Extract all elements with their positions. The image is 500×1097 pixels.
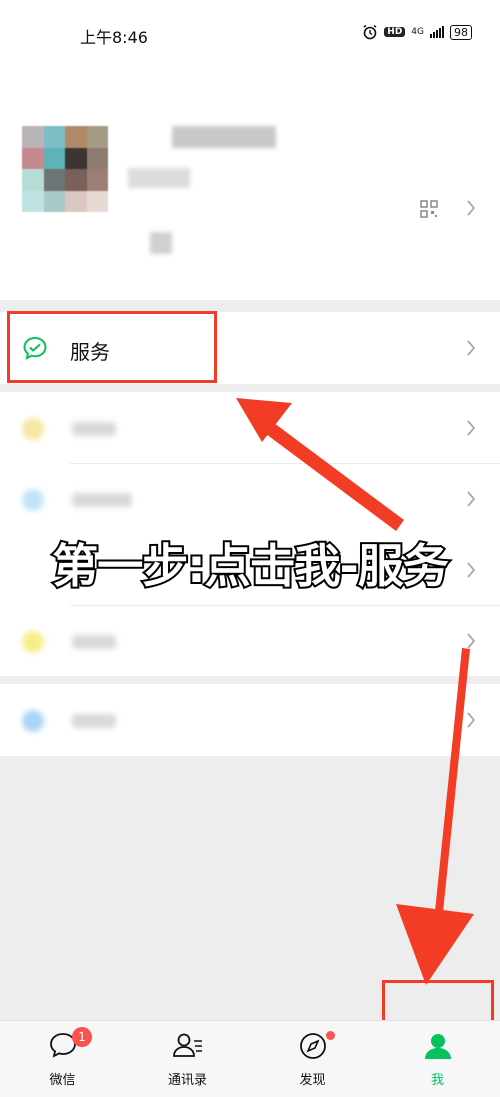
contacts-icon [172,1033,202,1057]
chevron-icon [467,633,476,649]
tab-me[interactable]: 我 [375,1021,500,1097]
service-chevron-icon [467,340,476,356]
status-blurred [150,232,172,254]
alarm-icon [363,24,377,40]
avatar[interactable] [22,126,108,212]
blurred-label [72,422,116,436]
compass-icon [299,1033,326,1059]
tab-label: 我 [430,1073,444,1088]
status-time: 上午8:46 [80,28,148,47]
status-bar: 上午8:46 HD 4G 98 [0,0,500,64]
battery-level: 98 [450,24,472,40]
instruction-caption: 第一步:点击我-服务 [50,537,451,595]
blurred-icon [22,418,44,440]
tab-label: 发现 [299,1073,326,1088]
bottom-tab-bar: 1 微信 通讯录 发现 我 [0,1020,500,1097]
menu-item-blurred-5[interactable] [0,684,500,756]
menu-group-4 [0,684,500,756]
blurred-label [72,493,132,507]
qr-code-icon[interactable] [420,200,438,218]
tab-chats[interactable]: 1 微信 [0,1021,125,1097]
signal-icon [430,26,444,38]
chevron-icon [467,420,476,436]
highlight-box-service [7,311,217,383]
tab-contacts[interactable]: 通讯录 [125,1021,250,1097]
blurred-icon [22,631,44,653]
blurred-label [72,635,116,649]
menu-item-blurred-4[interactable] [0,605,500,677]
wechat-id-blurred [128,168,190,188]
profile-chevron-icon [467,200,476,216]
nickname-blurred [172,126,276,148]
tab-discover[interactable]: 发现 [250,1021,375,1097]
blurred-icon [22,489,44,511]
hd-icon: HD [384,27,406,37]
new-dot [326,1031,335,1040]
menu-group-2 [0,392,500,534]
status-icons: HD 4G 98 [362,24,472,40]
tab-label: 微信 [49,1073,76,1088]
blurred-icon [22,710,44,732]
unread-badge: 1 [72,1027,92,1047]
menu-item-blurred-1[interactable] [0,392,500,464]
chevron-icon [467,712,476,728]
tab-label: 通讯录 [167,1073,207,1088]
blurred-label [72,714,116,728]
person-icon [424,1034,451,1059]
profile-header[interactable] [0,64,500,300]
network-type: 4G [411,26,424,37]
menu-item-blurred-2[interactable] [0,463,500,535]
chevron-icon [467,491,476,507]
